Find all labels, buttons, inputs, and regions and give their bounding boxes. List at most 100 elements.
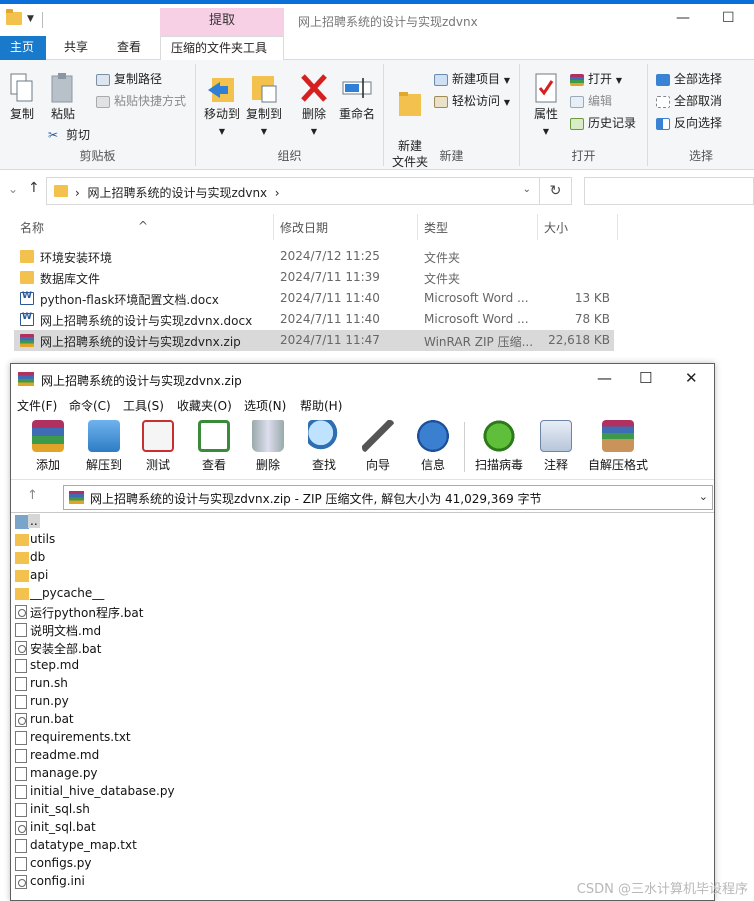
tab-view[interactable]: 查看	[107, 36, 151, 60]
archive-entry[interactable]: init_sql.bat	[11, 819, 714, 837]
archive-entry[interactable]: initial_hive_database.py	[11, 783, 714, 801]
folder-icon	[54, 185, 68, 197]
archive-entry[interactable]: readme.md	[11, 747, 714, 765]
tab-share[interactable]: 共享	[54, 36, 98, 60]
archive-entry[interactable]: ..	[11, 513, 714, 531]
open-button[interactable]: 打开 ▼	[570, 70, 622, 90]
paste-button[interactable]: 粘贴	[46, 72, 80, 122]
paste-shortcut-icon	[96, 95, 110, 108]
comment-button[interactable]: 注释	[531, 420, 581, 473]
address-bar[interactable]: › 网上招聘系统的设计与实现zdvnx › ⌄	[46, 177, 540, 205]
history-button[interactable]: 历史记录	[570, 114, 636, 132]
menu-command[interactable]: 命令(C)	[69, 397, 111, 414]
list-item[interactable]: 网上招聘系统的设计与实现zdvnx.docx 2024/7/11 11:40 Mic…	[14, 309, 614, 330]
maximize-button[interactable]: ☐	[722, 10, 735, 26]
easy-access-button[interactable]: 轻松访问 ▼	[434, 92, 510, 112]
column-name[interactable]: 名称	[20, 219, 44, 236]
breadcrumb: › 网上招聘系统的设计与实现zdvnx ›	[75, 186, 280, 200]
search-input[interactable]	[584, 177, 754, 205]
paste-shortcut-button[interactable]: 粘贴快捷方式	[96, 92, 186, 110]
list-item[interactable]: 环境安装环境 2024/7/12 11:25 文件夹	[14, 246, 614, 267]
copy-path-button[interactable]: 复制路径	[96, 70, 162, 88]
cut-button[interactable]: ✂ 剪切	[48, 126, 90, 144]
close-button[interactable]: ✕	[685, 369, 698, 387]
archive-path-select[interactable]: 网上招聘系统的设计与实现zdvnx.zip - ZIP 压缩文件, 解包大小为 …	[63, 485, 713, 510]
menu-tools[interactable]: 工具(S)	[123, 397, 164, 414]
properties-button[interactable]: 属性 ▼	[526, 72, 566, 140]
quick-access-dropdown-icon[interactable]: ▼	[27, 14, 34, 24]
context-tab-extract[interactable]: 提取	[160, 8, 284, 36]
archive-entry[interactable]: run.py	[11, 693, 714, 711]
column-date[interactable]: 修改日期	[280, 219, 328, 236]
chevron-down-icon[interactable]: ⌄	[699, 490, 708, 503]
archive-entry[interactable]: run.bat	[11, 711, 714, 729]
archive-entry[interactable]: db	[11, 549, 714, 567]
wizard-button[interactable]: 向导	[353, 420, 403, 473]
tab-compressed-folder-tools[interactable]: 压缩的文件夹工具	[160, 36, 284, 61]
copy-button[interactable]: 复制	[6, 72, 38, 122]
entry-name: init_sql.bat	[30, 820, 96, 834]
add-button[interactable]: 添加	[23, 420, 73, 473]
select-all-button[interactable]: 全部选择	[656, 70, 722, 88]
delete-button[interactable]: 删除 ▼	[296, 72, 332, 140]
minimize-button[interactable]: —	[597, 369, 612, 387]
menu-file[interactable]: 文件(F)	[17, 397, 57, 414]
chevron-down-icon[interactable]: ⌄	[523, 184, 531, 195]
view-button[interactable]: 查看	[189, 420, 239, 473]
entry-name: config.ini	[30, 874, 85, 888]
refresh-button[interactable]: ↻	[540, 177, 572, 205]
move-to-button[interactable]: 移动到 ▼	[202, 72, 242, 140]
archive-entry[interactable]: configs.py	[11, 855, 714, 873]
word-document-icon	[20, 291, 34, 305]
archive-entry[interactable]: manage.py	[11, 765, 714, 783]
maximize-button[interactable]: ☐	[639, 369, 652, 387]
column-headers: ^ 名称 修改日期 类型 大小	[0, 210, 754, 242]
up-arrow-icon[interactable]: ↑	[27, 488, 38, 503]
sfx-button[interactable]: 自解压格式	[585, 420, 651, 473]
archive-entry[interactable]: 安装全部.bat	[11, 639, 714, 657]
column-size[interactable]: 大小	[544, 219, 568, 236]
archive-entry[interactable]: run.sh	[11, 675, 714, 693]
up-arrow-icon[interactable]: ↑	[28, 180, 40, 196]
scan-virus-button[interactable]: 扫描病毒	[471, 420, 527, 473]
extract-to-button[interactable]: 解压到	[79, 420, 129, 473]
file-name: 数据库文件	[40, 272, 101, 286]
edit-button[interactable]: 编辑	[570, 92, 612, 110]
archive-entry[interactable]: __pycache__	[11, 585, 714, 603]
column-type[interactable]: 类型	[424, 219, 448, 236]
menu-favorites[interactable]: 收藏夹(O)	[177, 397, 232, 414]
entry-name: step.md	[30, 658, 80, 672]
new-item-button[interactable]: 新建项目 ▼	[434, 70, 510, 90]
invert-selection-button[interactable]: 反向选择	[656, 114, 722, 132]
copy-to-button[interactable]: 复制到 ▼	[244, 72, 284, 140]
extract-folder-icon	[88, 420, 120, 452]
file-type: Microsoft Word ...	[424, 312, 529, 326]
archive-entry[interactable]: datatype_map.txt	[11, 837, 714, 855]
archive-entry[interactable]: step.md	[11, 657, 714, 675]
list-item[interactable]: 网上招聘系统的设计与实现zdvnx.zip 2024/7/11 11:47 WinR…	[14, 330, 614, 351]
rename-button[interactable]: 重命名	[336, 72, 378, 122]
archive-entry[interactable]: api	[11, 567, 714, 585]
archive-entry[interactable]: requirements.txt	[11, 729, 714, 747]
minimize-button[interactable]: —	[676, 10, 690, 26]
menu-help[interactable]: 帮助(H)	[300, 397, 342, 414]
tab-home[interactable]: 主页	[0, 36, 46, 60]
file-icon	[15, 767, 27, 781]
breadcrumb-item[interactable]: 网上招聘系统的设计与实现zdvnx	[87, 186, 267, 200]
info-button[interactable]: 信息	[408, 420, 458, 473]
list-item[interactable]: python-flask环境配置文档.docx 2024/7/11 11:40 Mi…	[14, 288, 614, 309]
menu-options[interactable]: 选项(N)	[244, 397, 286, 414]
list-item[interactable]: 数据库文件 2024/7/11 11:39 文件夹	[14, 267, 614, 288]
test-button[interactable]: 测试	[133, 420, 183, 473]
entry-name: __pycache__	[30, 586, 105, 600]
archive-entry[interactable]: 说明文档.md	[11, 621, 714, 639]
delete-archive-button[interactable]: 删除	[243, 420, 293, 473]
group-open: 属性 ▼ 打开 ▼ 编辑 历史记录 打开	[520, 64, 648, 166]
archive-entry[interactable]: 运行python程序.bat	[11, 603, 714, 621]
archive-entry[interactable]: utils	[11, 531, 714, 549]
chevron-down-icon[interactable]: ⌄	[8, 182, 18, 196]
winrar-archive-icon	[20, 334, 34, 347]
archive-entry[interactable]: init_sql.sh	[11, 801, 714, 819]
select-none-button[interactable]: 全部取消	[656, 92, 722, 110]
find-button[interactable]: 查找	[299, 420, 349, 473]
